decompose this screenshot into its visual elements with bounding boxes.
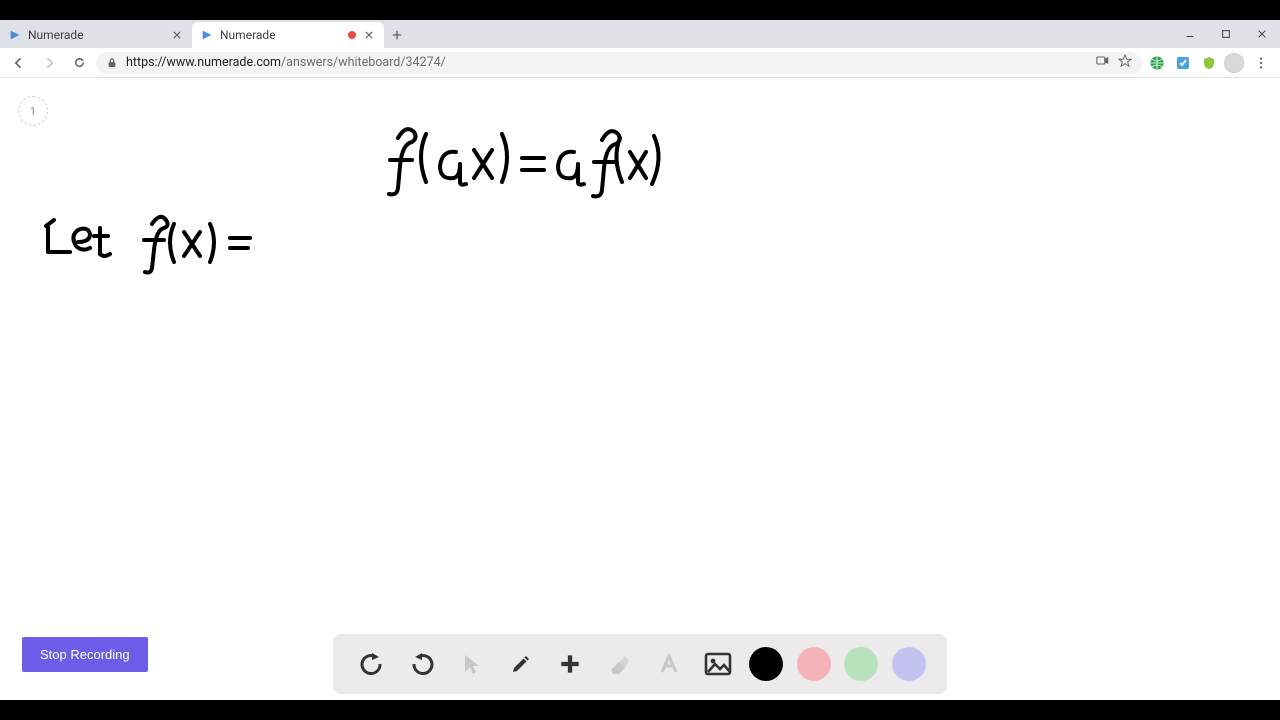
- whiteboard-toolbar: [333, 634, 947, 694]
- nav-forward-button[interactable]: [36, 50, 62, 76]
- recording-indicator-icon: [348, 31, 356, 39]
- camera-status-icon[interactable]: [1096, 55, 1110, 70]
- close-icon[interactable]: [170, 28, 184, 42]
- user-avatar[interactable]: [1224, 53, 1244, 73]
- nav-reload-button[interactable]: [66, 50, 92, 76]
- tab-strip: Numerade Numerade: [0, 20, 1280, 48]
- browser-menu-button[interactable]: [1248, 50, 1274, 76]
- shield-ext-icon[interactable]: [1198, 52, 1220, 74]
- tab-title: Numerade: [28, 28, 164, 42]
- pen-tool[interactable]: [503, 646, 539, 682]
- whiteboard-page: 1: [0, 78, 1280, 700]
- letterbox-top: [0, 0, 1280, 20]
- url-path: /answers/whiteboard/34274/: [281, 55, 446, 70]
- text-tool[interactable]: [651, 646, 687, 682]
- new-tab-button[interactable]: [384, 22, 410, 48]
- tab-title: Numerade: [220, 28, 342, 42]
- check-ext-icon[interactable]: [1172, 52, 1194, 74]
- whiteboard-canvas[interactable]: [0, 78, 1280, 700]
- color-purple[interactable]: [892, 647, 926, 681]
- tab-numerade-1[interactable]: Numerade: [0, 22, 192, 48]
- pointer-tool[interactable]: [453, 646, 489, 682]
- browser-window: Numerade Numerade: [0, 20, 1280, 700]
- address-bar[interactable]: https://www.numerade.com/answers/whitebo…: [96, 52, 1142, 74]
- window-controls: [1172, 20, 1280, 48]
- color-pink[interactable]: [797, 647, 831, 681]
- favicon-numerade-icon: [200, 28, 214, 42]
- close-window-button[interactable]: [1244, 20, 1280, 48]
- close-icon[interactable]: [362, 28, 376, 42]
- minimize-button[interactable]: [1172, 20, 1208, 48]
- nav-back-button[interactable]: [6, 50, 32, 76]
- stop-recording-label: Stop Recording: [40, 647, 130, 662]
- color-green[interactable]: [844, 647, 878, 681]
- letterbox-bottom: [0, 700, 1280, 720]
- tab-numerade-2-active[interactable]: Numerade: [192, 22, 384, 48]
- url-host: https://www.numerade.com: [126, 55, 281, 70]
- lock-icon: [106, 57, 118, 69]
- browser-toolbar: https://www.numerade.com/answers/whitebo…: [0, 48, 1280, 78]
- url-text: https://www.numerade.com/answers/whitebo…: [126, 55, 1088, 70]
- favicon-numerade-icon: [8, 28, 22, 42]
- globe-ext-icon[interactable]: [1146, 52, 1168, 74]
- undo-button[interactable]: [354, 646, 390, 682]
- maximize-button[interactable]: [1208, 20, 1244, 48]
- add-tool[interactable]: [552, 646, 588, 682]
- color-black[interactable]: [749, 647, 783, 681]
- bookmark-star-icon[interactable]: [1118, 54, 1132, 72]
- stop-recording-button[interactable]: Stop Recording: [22, 637, 148, 672]
- image-tool[interactable]: [700, 646, 736, 682]
- redo-button[interactable]: [404, 646, 440, 682]
- eraser-tool[interactable]: [601, 646, 637, 682]
